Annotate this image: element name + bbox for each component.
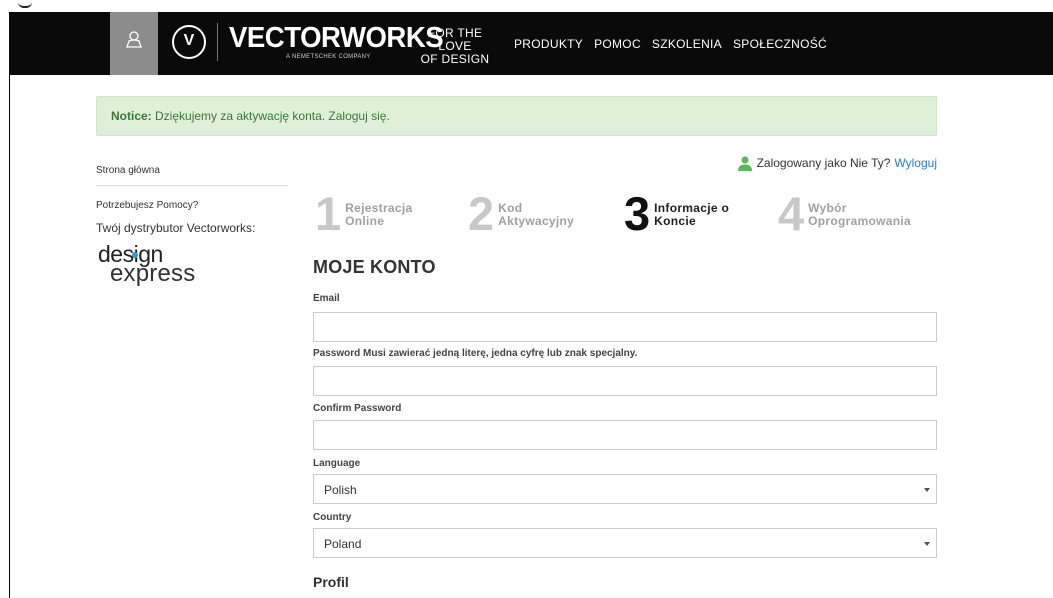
main-nav: PRODUKTY POMOC SZKOLENIA SPOŁECZNOŚĆ: [514, 37, 827, 51]
page-border: [9, 75, 10, 598]
chevron-down-icon: [924, 542, 930, 546]
language-selected-value: Polish: [324, 483, 357, 497]
session-status: Zalogowany jako Nie Ty? Wyloguj: [737, 155, 937, 171]
user-icon: [737, 156, 752, 171]
sidebar-divider: [96, 185, 288, 186]
confirm-password-label: Confirm Password: [313, 403, 402, 414]
step-label: Informacje o Koncie: [654, 202, 729, 228]
step-label-line-2: Koncie: [654, 214, 696, 228]
step-number: 2: [468, 187, 494, 240]
language-select[interactable]: Polish: [313, 474, 937, 504]
nav-produkty[interactable]: PRODUKTY: [514, 37, 583, 51]
step-2: 2 Kod Aktywacyjny: [468, 190, 574, 237]
step-number: 4: [778, 187, 804, 240]
step-label: Wybór Oprogramowania: [808, 202, 911, 228]
chevron-down-icon: [924, 488, 930, 492]
brand-subtitle: A NEMETSCHEK COMPANY: [286, 54, 371, 60]
account-button[interactable]: [110, 12, 158, 75]
confirm-password-field[interactable]: [313, 420, 937, 450]
top-strip: [0, 0, 1053, 12]
sidebar-item-home[interactable]: Strona główna: [96, 165, 160, 176]
notice-banner: Notice: Dziękujemy za aktywację konta. Z…: [96, 96, 937, 136]
sidebar-distributor-label: Twój dystrybutor Vectorworks:: [96, 221, 256, 235]
notice-label: Notice:: [111, 109, 152, 123]
page-title: MOJE KONTO: [313, 257, 436, 277]
notice-text: Notice: Dziękujemy za aktywację konta. Z…: [111, 109, 390, 123]
step-label-line-2: Oprogramowania: [808, 214, 912, 228]
tagline-line-2: OF DESIGN: [420, 52, 490, 66]
password-field[interactable]: [313, 366, 937, 396]
logo-divider: [217, 23, 218, 61]
nav-spolecznosc[interactable]: SPOŁECZNOŚĆ: [733, 37, 827, 51]
tagline-line-1: FOR THE LOVE: [427, 26, 483, 53]
profile-heading: Profil: [313, 574, 349, 590]
session-text: Zalogowany jako Nie Ty?: [756, 156, 891, 170]
email-label: Email: [313, 293, 340, 304]
step-4: 4 Wybór Oprogramowania: [778, 190, 911, 237]
nav-szkolenia[interactable]: SZKOLENIA: [652, 37, 722, 51]
notice-message: Dziękujemy za aktywację konta. Zaloguj s…: [155, 109, 390, 123]
nav-pomoc[interactable]: POMOC: [594, 37, 641, 51]
step-label: Kod Aktywacyjny: [498, 202, 574, 228]
country-label: Country: [313, 512, 352, 523]
design-express-logo[interactable]: design express: [96, 241, 226, 291]
design-express-logo-line-2: express: [110, 260, 196, 287]
language-label: Language: [313, 458, 361, 469]
step-3: 3 Informacje o Koncie: [624, 190, 729, 237]
tagline: FOR THE LOVE OF DESIGN: [410, 27, 500, 66]
step-label-line-2: Aktywacyjny: [498, 214, 575, 228]
app-mark-icon: [18, 0, 32, 8]
country-select[interactable]: Poland: [313, 528, 937, 558]
vectorworks-logo-icon[interactable]: V: [172, 25, 206, 59]
user-icon: [126, 31, 142, 48]
step-number: 1: [315, 187, 341, 240]
step-1: 1 Rejestracja Online: [315, 190, 412, 237]
email-field[interactable]: [313, 312, 937, 342]
sidebar-item-help[interactable]: Potrzebujesz Pomocy?: [96, 200, 198, 211]
step-label-line-2: Online: [345, 214, 385, 228]
step-label: Rejestracja Online: [345, 202, 412, 228]
step-number: 3: [624, 187, 650, 240]
country-selected-value: Poland: [324, 537, 362, 551]
password-label: Password Musi zawierać jedną literę, jed…: [313, 348, 638, 359]
logo-dot-icon: [132, 252, 138, 258]
logout-link[interactable]: Wyloguj: [894, 156, 937, 170]
